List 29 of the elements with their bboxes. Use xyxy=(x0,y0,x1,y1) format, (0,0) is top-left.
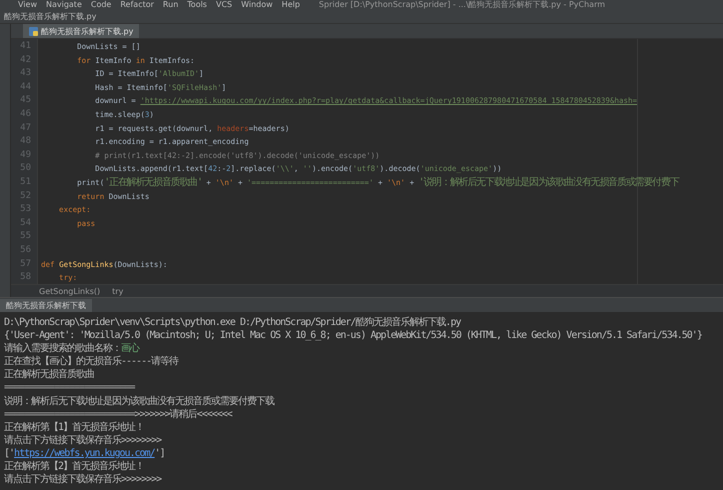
console-line: 请点击下方链接下载保存音乐>>>>>>>> xyxy=(4,434,163,447)
console-line: 正在解析第【2】首无损音乐地址！ xyxy=(4,460,146,474)
menu-item[interactable]: Refactor xyxy=(120,0,154,9)
console-line: D:\PythonScrap\Sprider\venv\Scripts\python.exe D:/PythonScrap/Sprider/酷狗无损音乐解析下载.py xyxy=(4,316,462,330)
menu-item[interactable]: Navigate xyxy=(46,0,82,9)
menu-item[interactable]: Code xyxy=(90,0,112,9)
console-line: 请点击下方链接下载保存音乐>>>>>>>> xyxy=(4,473,163,486)
menu-item[interactable]: Help xyxy=(282,0,300,9)
console-line: 说明：解析后无下载地址是因为该歌曲没有无损音质或需要付费下载 xyxy=(4,394,276,408)
editor-tab[interactable]: 酷狗无损音乐解析下载.py xyxy=(23,24,140,38)
console-line: ========================== xyxy=(4,381,136,395)
window-title: Sprider [D:\PythonScrap\Sprider] - ...\酷狗无损音乐解析下载.py - PyCharm xyxy=(318,0,606,9)
breadcrumb-item[interactable]: try xyxy=(112,286,124,296)
python-file-icon xyxy=(29,26,38,36)
console-line: ==========================>>>>>>>请稍后<<<<<<< xyxy=(4,408,234,421)
console-line: 正在解析无损音质歌曲 xyxy=(4,368,95,382)
menu-item[interactable]: Run xyxy=(162,0,178,9)
menu-item[interactable]: View xyxy=(18,0,37,9)
console-line: ['https://webfs.yun.kugou.com/'] xyxy=(4,446,166,460)
menu-item[interactable]: Window xyxy=(241,0,273,9)
run-tab[interactable]: 酷狗无损音乐解析下载 xyxy=(0,298,92,312)
console-line: 正在查找【画心】的无损音乐------请等待 xyxy=(4,355,180,368)
breadcrumb-item[interactable]: GetSongLinks() xyxy=(39,286,100,296)
console-line: 正在解析第【1】首无损音乐地址！ xyxy=(4,420,146,434)
menu-item[interactable]: VCS xyxy=(216,0,232,9)
menu-item[interactable]: Tools xyxy=(187,0,207,9)
console-line: {'User-Agent': 'Mozilla/5.0 (Macintosh; U; Intel Mac OS X 10_6_8; en-us) AppleWebKit/534.50 (KHTML, like Gecko) Version/5.1 Safari/534.50'} xyxy=(4,329,703,342)
file-path-tab[interactable]: 酷狗无损音乐解析下载.py xyxy=(0,10,96,22)
console-line: 请输入需要搜索的歌曲名称：画心 xyxy=(4,342,140,356)
